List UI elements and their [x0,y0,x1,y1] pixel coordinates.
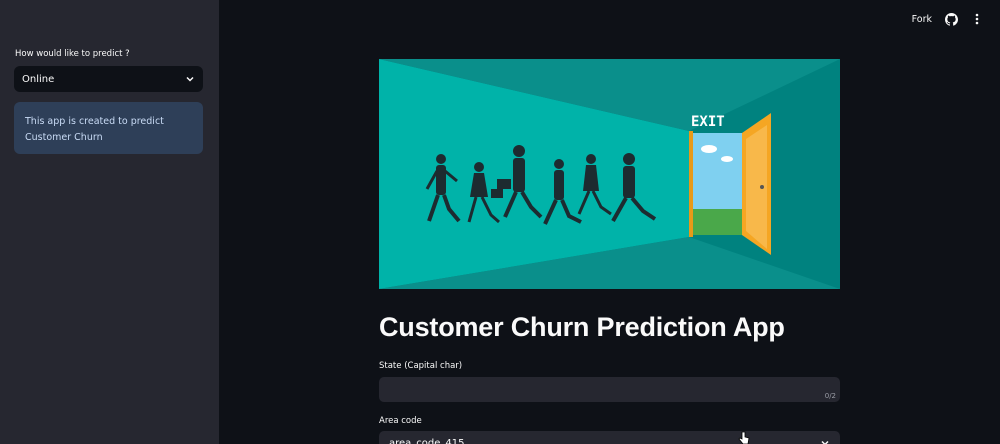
predict-mode-select[interactable]: Online [14,66,203,92]
more-vertical-icon[interactable] [970,12,984,26]
area-code-value: area_code_415 [389,438,465,444]
area-code-select[interactable]: area_code_415 [379,431,840,444]
page-title: Customer Churn Prediction App [379,312,785,342]
chevron-down-icon [820,438,830,444]
state-char-counter: 0/2 [824,392,836,400]
github-icon[interactable] [944,12,958,26]
state-label: State (Capital char) [379,361,463,371]
fork-link[interactable]: Fork [912,14,932,25]
info-box: This app is created to predict Customer … [14,102,203,154]
top-toolbar: Fork [912,0,1000,38]
sidebar: How would like to predict ? Online This … [0,0,219,444]
predict-mode-label: How would like to predict ? [15,49,130,59]
main-area: Fork EXIT Customer Churn Prediction App … [219,0,1000,444]
area-code-label: Area code [379,416,422,426]
predict-mode-value: Online [22,73,55,85]
hand-pointer-icon [738,430,750,444]
exit-sign: EXIT [691,114,725,130]
hero-illustration: EXIT [379,59,840,289]
chevron-down-icon [185,74,195,84]
state-input[interactable]: 0/2 [379,377,840,402]
